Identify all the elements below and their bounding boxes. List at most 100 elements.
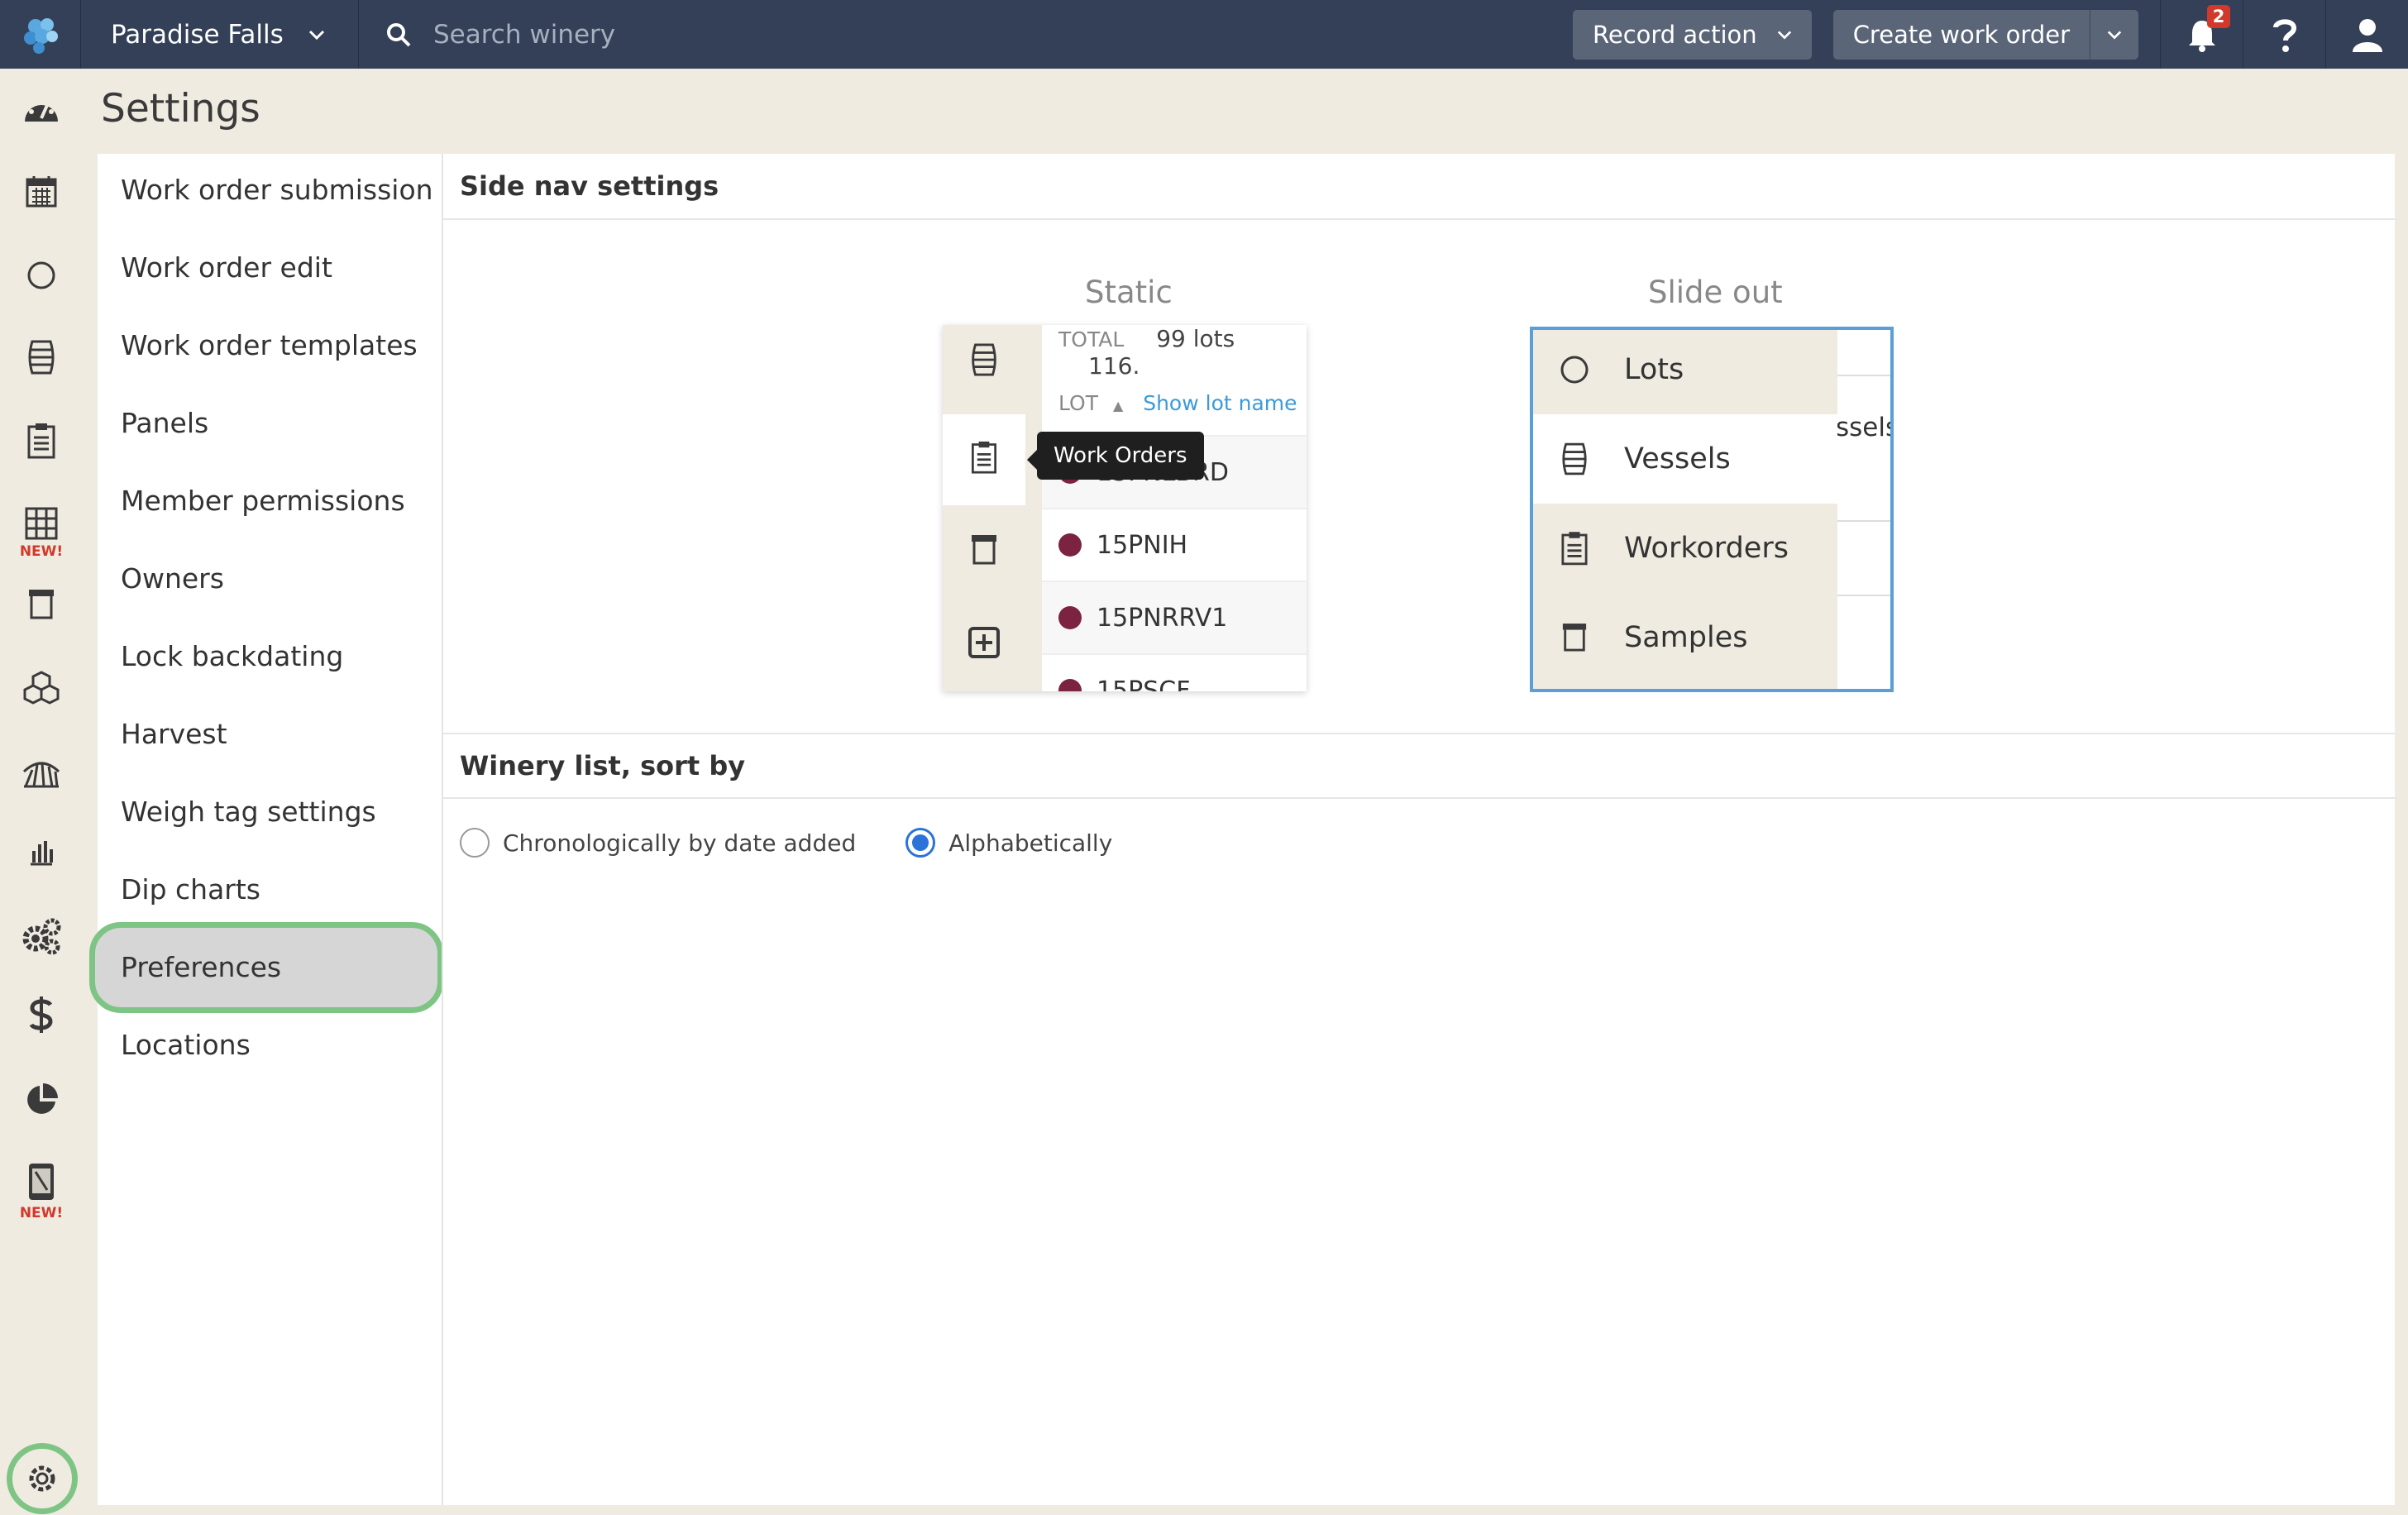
settings-nav-item-work-order-submission[interactable]: Work order submission xyxy=(121,174,433,206)
settings-nav-item-panels[interactable]: Panels xyxy=(121,407,208,439)
vineyard-icon xyxy=(22,762,60,788)
chevron-down-icon xyxy=(2107,30,2122,40)
side-nav-rail: NEW! NEW! xyxy=(0,69,83,1515)
create-work-order-button[interactable]: Create work order xyxy=(1832,9,2090,60)
settings-nav-item-work-order-templates[interactable]: Work order templates xyxy=(121,329,418,361)
rail-reports[interactable] xyxy=(0,838,83,866)
search-box[interactable]: Search winery xyxy=(359,0,1573,69)
notifications-button[interactable]: 2 xyxy=(2160,0,2243,69)
rail-mobile-new[interactable]: NEW! xyxy=(0,1162,83,1221)
slide-item-lots: Lots xyxy=(1533,330,1837,414)
slide-out-nav-preview[interactable]: ssels Lots Vessels Workorders Samples xyxy=(1530,327,1894,692)
rail-dashboard[interactable] xyxy=(0,92,83,125)
slide-item-label: Lots xyxy=(1624,353,1684,386)
boxes-icon xyxy=(23,671,60,705)
settings-nav-item-weigh-tag-settings[interactable]: Weigh tag settings xyxy=(121,796,376,828)
dollar-icon xyxy=(29,996,53,1033)
show-lot-name-link: Show lot name xyxy=(1143,391,1297,415)
mobile-device-icon xyxy=(29,1164,54,1200)
app-logo[interactable] xyxy=(0,0,81,69)
settings-nav-item-dip-charts[interactable]: Dip charts xyxy=(121,873,260,906)
sort-chronological-option[interactable]: Chronologically by date added xyxy=(460,828,856,858)
static-preview-row: 15PNIH xyxy=(1042,508,1307,581)
new-badge: NEW! xyxy=(19,543,64,560)
sort-alphabetical-option[interactable]: Alphabetically xyxy=(905,828,1112,858)
bar-chart-icon xyxy=(31,841,53,866)
rail-analytics[interactable] xyxy=(0,1082,83,1117)
notification-badge: 2 xyxy=(2207,5,2230,28)
work-orders-tooltip: Work Orders xyxy=(1027,432,1204,480)
settings-nav-item-work-order-edit[interactable]: Work order edit xyxy=(121,251,332,284)
dashboard-icon xyxy=(25,99,58,122)
rail-inventory[interactable] xyxy=(0,671,83,707)
winery-name: Paradise Falls xyxy=(111,19,284,50)
create-work-order-dropdown[interactable] xyxy=(2090,9,2138,60)
rail-samples[interactable] xyxy=(0,588,83,621)
rail-vessels[interactable] xyxy=(0,340,83,375)
settings-nav-item-preferences-label: Preferences xyxy=(121,951,282,983)
barrel-icon xyxy=(28,340,55,375)
user-menu-button[interactable] xyxy=(2325,0,2408,69)
winery-sort-heading: Winery list, sort by xyxy=(443,733,2396,799)
static-preview-row: 15PSCF xyxy=(1042,653,1307,691)
add-box-icon xyxy=(968,627,1000,658)
slide-item-label: Workorders xyxy=(1624,532,1789,565)
settings-nav-item-locations[interactable]: Locations xyxy=(121,1029,251,1061)
winery-selector[interactable]: Paradise Falls xyxy=(81,0,359,69)
question-icon xyxy=(2272,18,2296,52)
clipboard-icon xyxy=(972,441,996,474)
rail-vineyard[interactable] xyxy=(0,755,83,788)
help-button[interactable] xyxy=(2243,0,2325,69)
sort-chronological-label: Chronologically by date added xyxy=(503,829,857,857)
sort-alphabetical-label: Alphabetically xyxy=(948,829,1113,857)
static-preview-row: 15PNRRV1 xyxy=(1042,581,1307,653)
rail-settings-gears[interactable] xyxy=(0,917,83,955)
barrel-icon xyxy=(972,343,996,376)
static-preview-total: TOTAL 99 lots 116. xyxy=(1058,325,1307,380)
rail-costing[interactable] xyxy=(0,995,83,1035)
top-bar: Paradise Falls Search winery Record acti… xyxy=(0,0,2408,69)
settings-nav-item-owners[interactable]: Owners xyxy=(121,562,224,595)
record-action-button[interactable]: Record action xyxy=(1573,9,1812,60)
total-extra: 116. xyxy=(1088,352,1140,380)
lot-code: 15PNRRV1 xyxy=(1096,603,1228,633)
rail-settings-highlighted[interactable] xyxy=(7,1443,78,1514)
page-title: Settings xyxy=(101,86,260,131)
lot-color-dot xyxy=(1058,533,1082,557)
preview-divider xyxy=(1837,595,1890,596)
gear-icon xyxy=(29,1465,55,1492)
clipboard-icon xyxy=(1561,532,1588,566)
slide-item-label: Vessels xyxy=(1624,442,1731,476)
rail-workorders[interactable] xyxy=(0,423,83,459)
lot-color-dot xyxy=(1058,606,1082,629)
slide-out-panel: Lots Vessels Workorders Samples xyxy=(1533,330,1837,689)
settings-nav-item-lock-backdating[interactable]: Lock backdating xyxy=(121,640,343,672)
chevron-down-icon xyxy=(1777,30,1791,40)
grid-icon xyxy=(25,507,58,540)
lot-column-label: LOT xyxy=(1058,391,1098,415)
slide-item-label: Samples xyxy=(1624,621,1748,654)
slide-item-workorders: Workorders xyxy=(1533,504,1837,593)
lots-circle-icon xyxy=(27,261,55,289)
chevron-down-icon xyxy=(308,30,324,40)
sort-chronological-radio[interactable] xyxy=(460,828,490,858)
settings-nav-item-harvest[interactable]: Harvest xyxy=(121,718,227,750)
sort-up-icon: ▲ xyxy=(1112,398,1124,413)
barrel-icon xyxy=(1562,442,1587,476)
settings-nav: Work order submission Work order edit Wo… xyxy=(98,154,442,1505)
rail-lots[interactable] xyxy=(0,260,83,290)
settings-nav-item-member-permissions[interactable]: Member permissions xyxy=(121,485,405,517)
create-work-order-group: Create work order xyxy=(1832,9,2138,60)
search-input[interactable]: Search winery xyxy=(433,20,615,50)
static-preview-column-header: LOT ▲ Show lot name xyxy=(1058,391,1297,415)
rail-grid-new[interactable]: NEW! xyxy=(0,507,83,560)
total-label: TOTAL xyxy=(1058,327,1125,351)
static-nav-preview[interactable]: TOTAL 99 lots 116. LOT ▲ Show lot name 1… xyxy=(943,325,1307,691)
sort-alphabetical-radio[interactable] xyxy=(905,828,936,858)
lots-circle-icon xyxy=(1560,356,1589,384)
rail-calendar[interactable] xyxy=(0,174,83,208)
static-option-title[interactable]: Static xyxy=(1085,275,1173,310)
sample-jar-icon xyxy=(1562,624,1587,652)
slide-out-option-title[interactable]: Slide out xyxy=(1648,275,1783,310)
lot-color-dot xyxy=(1058,679,1082,691)
